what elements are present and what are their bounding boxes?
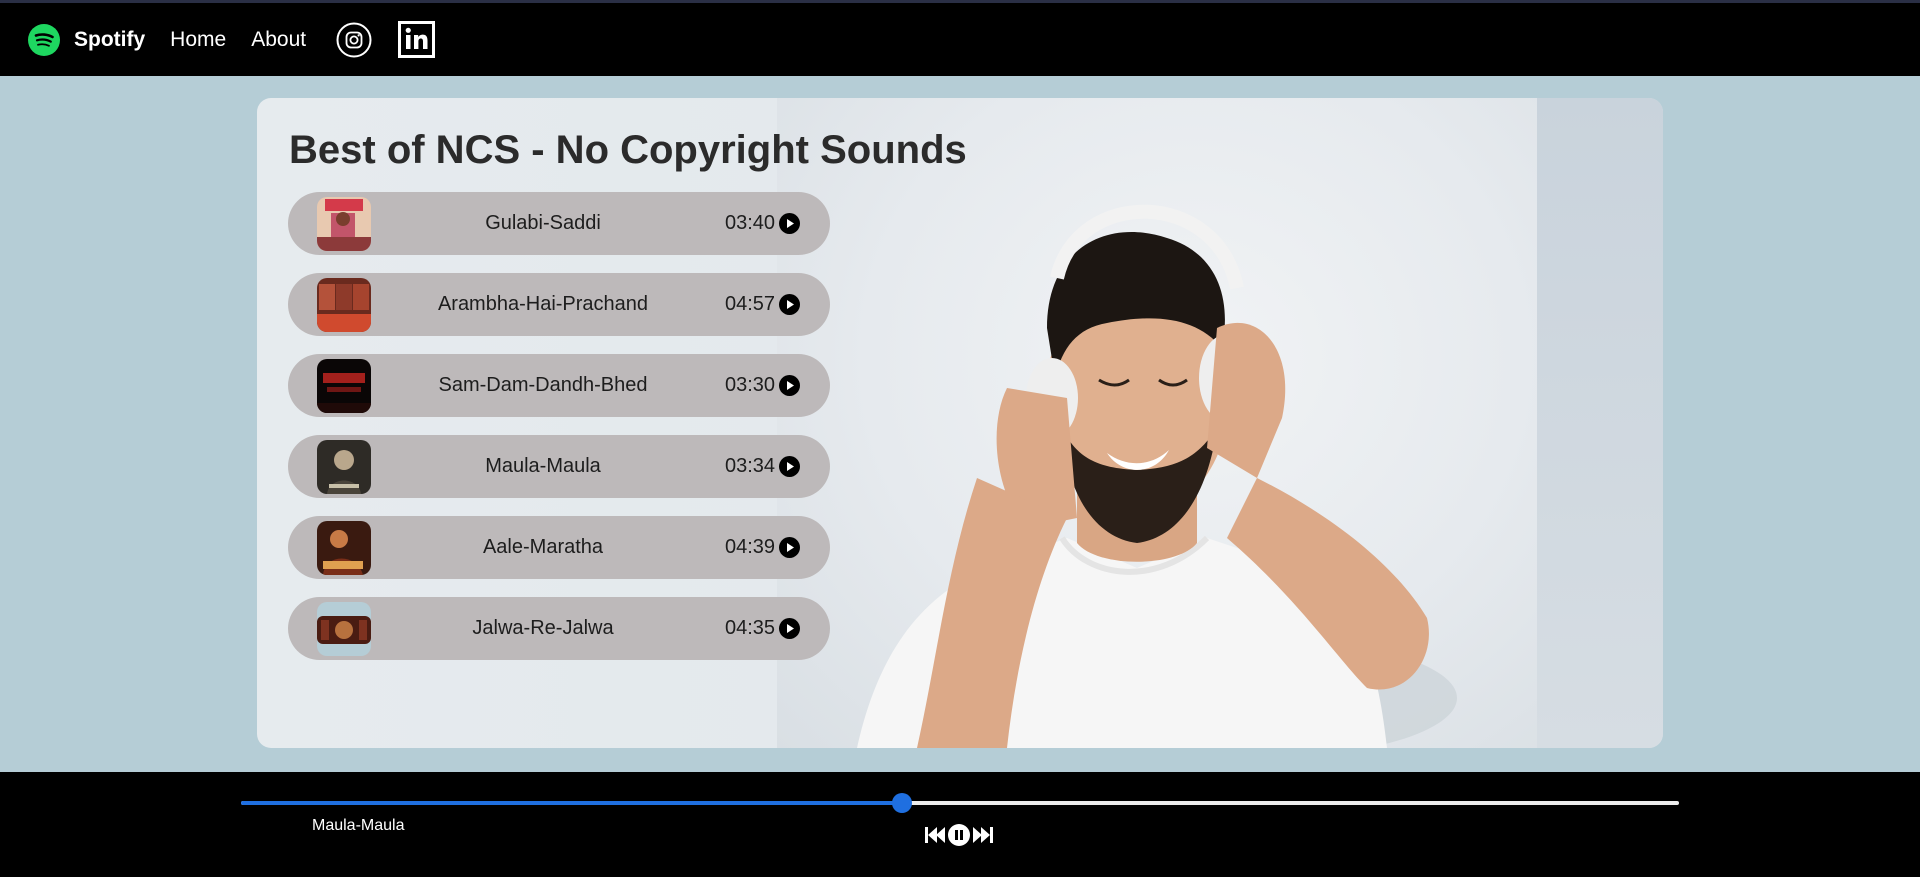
song-name: Jalwa-Re-Jalwa — [472, 617, 614, 639]
linkedin-link[interactable] — [398, 21, 436, 58]
play-circle-icon[interactable] — [779, 537, 800, 558]
instagram-link[interactable] — [336, 22, 372, 58]
song-cover-image — [317, 278, 371, 332]
playlist-container: Best of NCS - No Copyright Sounds Gulabi… — [257, 98, 1663, 748]
song-duration: 04:57 — [725, 293, 776, 315]
hero-image-man-with-headphones — [857, 204, 1457, 748]
song-name: Aale-Maratha — [482, 536, 604, 558]
song-cover-image — [317, 602, 371, 656]
next-track-icon[interactable] — [972, 826, 994, 844]
play-circle-icon[interactable] — [779, 375, 800, 396]
playlist-title: Best of NCS - No Copyright Sounds — [289, 128, 967, 172]
playback-controls — [924, 824, 994, 846]
song-name: Arambha-Hai-Prachand — [437, 293, 649, 315]
progress-fill — [241, 801, 903, 805]
song-name: Gulabi-Saddi — [485, 212, 601, 234]
song-cover-image — [317, 359, 371, 413]
song-cover-image — [317, 197, 371, 251]
background-strip — [1537, 98, 1663, 748]
song-item[interactable]: Gulabi-Saddi 03:40 — [288, 192, 830, 255]
instagram-icon — [336, 22, 372, 57]
progress-thumb[interactable] — [892, 793, 913, 813]
song-duration: 03:30 — [725, 374, 776, 396]
now-playing-title: Maula-Maula — [312, 817, 405, 834]
linkedin-icon — [398, 21, 436, 58]
song-item[interactable]: Aale-Maratha 04:39 — [288, 516, 830, 579]
song-cover-image — [317, 440, 371, 494]
song-duration: 04:35 — [725, 617, 776, 639]
previous-track-icon[interactable] — [924, 826, 946, 844]
song-duration: 03:34 — [725, 455, 776, 477]
brand-name: Spotify — [74, 27, 146, 51]
spotify-logo-icon — [28, 23, 60, 56]
song-name: Sam-Dam-Dandh-Bhed — [438, 374, 648, 396]
player-bar: Maula-Maula — [0, 772, 1920, 877]
song-item[interactable]: Jalwa-Re-Jalwa 04:35 — [288, 597, 830, 660]
song-item[interactable]: Arambha-Hai-Prachand 04:57 — [288, 273, 830, 336]
play-circle-icon[interactable] — [779, 213, 800, 234]
brand[interactable]: Spotify — [28, 23, 146, 56]
nav-link-home[interactable]: Home — [170, 28, 226, 52]
song-duration: 04:39 — [725, 536, 776, 558]
song-item[interactable]: Maula-Maula 03:34 — [288, 435, 830, 498]
play-circle-icon[interactable] — [779, 294, 800, 315]
nav-link-about[interactable]: About — [251, 28, 306, 52]
song-name: Maula-Maula — [485, 455, 601, 477]
song-list: Gulabi-Saddi 03:40 Arambha-Hai-Prachand … — [288, 192, 830, 678]
song-item[interactable]: Sam-Dam-Dandh-Bhed 03:30 — [288, 354, 830, 417]
pause-circle-icon[interactable] — [948, 824, 970, 846]
top-navbar: Spotify Home About — [0, 3, 1920, 76]
play-circle-icon[interactable] — [779, 456, 800, 477]
song-duration: 03:40 — [725, 212, 776, 234]
progress-bar[interactable] — [241, 793, 1679, 813]
song-cover-image — [317, 521, 371, 575]
play-circle-icon[interactable] — [779, 618, 800, 639]
